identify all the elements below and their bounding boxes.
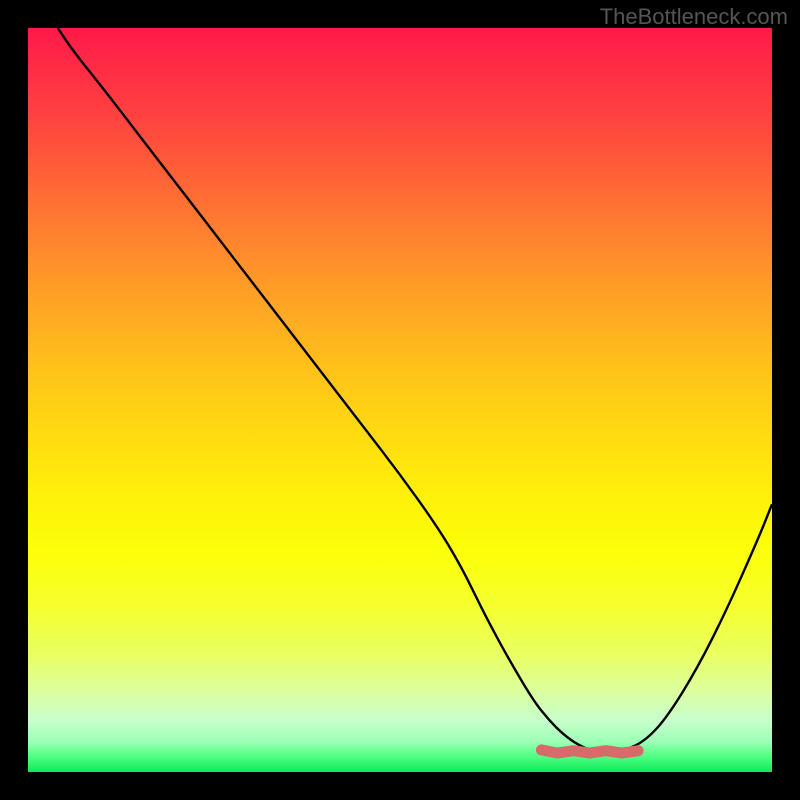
chart-plot-area [28, 28, 772, 772]
watermark-text: TheBottleneck.com [600, 4, 788, 30]
optimal-range-marker [541, 750, 638, 753]
bottleneck-curve [58, 28, 772, 753]
chart-svg [28, 28, 772, 772]
